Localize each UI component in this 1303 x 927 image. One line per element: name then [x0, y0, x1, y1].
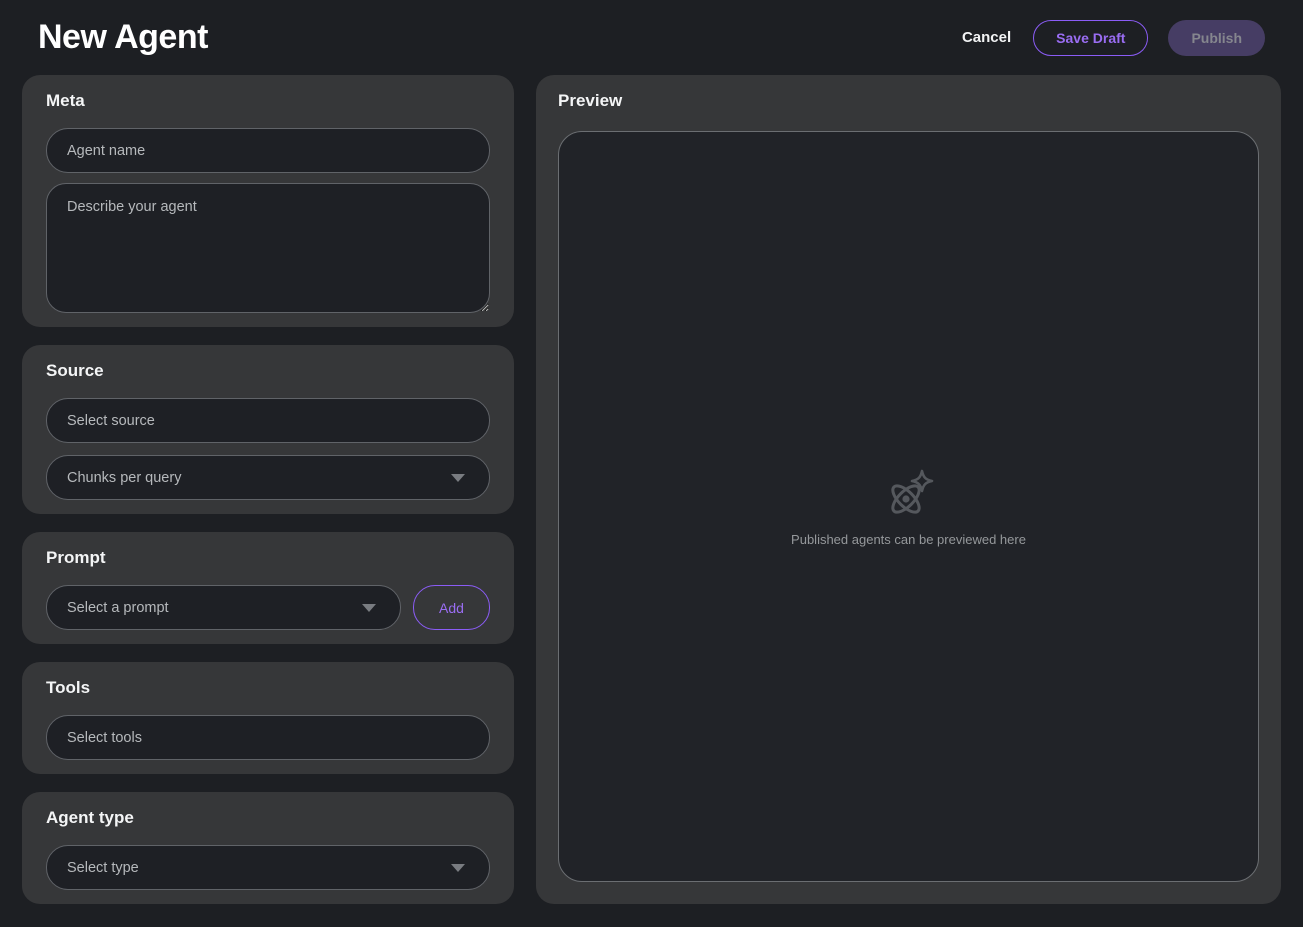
- agent-type-select[interactable]: Select type: [46, 845, 490, 890]
- preview-empty-message: Published agents can be previewed here: [791, 532, 1026, 547]
- preview-card: Preview Published agents can be previewe…: [536, 75, 1281, 904]
- meta-heading: Meta: [46, 90, 490, 111]
- agent-description-textarea[interactable]: [46, 183, 490, 313]
- chevron-down-icon: [451, 864, 465, 872]
- preview-column: Preview Published agents can be previewe…: [536, 75, 1281, 904]
- preview-heading: Preview: [558, 90, 1259, 111]
- chunks-per-query-value: Chunks per query: [67, 470, 181, 486]
- publish-button[interactable]: Publish: [1168, 20, 1265, 56]
- agent-type-select-value: Select type: [67, 860, 139, 876]
- preview-panel: Published agents can be previewed here: [558, 131, 1259, 882]
- chevron-down-icon: [451, 474, 465, 482]
- source-select-input[interactable]: [46, 398, 490, 443]
- agent-type-heading: Agent type: [46, 807, 490, 828]
- prompt-select[interactable]: Select a prompt: [46, 585, 401, 630]
- header-actions: Cancel Save Draft Publish: [960, 20, 1265, 56]
- agent-atom-sparkle-icon: [881, 466, 937, 522]
- tools-select-input[interactable]: [46, 715, 490, 760]
- prompt-select-value: Select a prompt: [67, 600, 169, 616]
- prompt-heading: Prompt: [46, 547, 490, 568]
- cancel-button[interactable]: Cancel: [960, 21, 1013, 54]
- main-content: Meta Source Chunks per query Prompt Sele…: [0, 75, 1303, 904]
- save-draft-button[interactable]: Save Draft: [1033, 20, 1148, 56]
- tools-heading: Tools: [46, 677, 490, 698]
- chevron-down-icon: [362, 604, 376, 612]
- header: New Agent Cancel Save Draft Publish: [0, 0, 1303, 75]
- meta-card: Meta: [22, 75, 514, 327]
- tools-card: Tools: [22, 662, 514, 774]
- agent-name-input[interactable]: [46, 128, 490, 173]
- prompt-card: Prompt Select a prompt Add: [22, 532, 514, 644]
- form-column: Meta Source Chunks per query Prompt Sele…: [22, 75, 514, 904]
- source-heading: Source: [46, 360, 490, 381]
- chunks-per-query-select[interactable]: Chunks per query: [46, 455, 490, 500]
- add-prompt-button[interactable]: Add: [413, 585, 490, 630]
- agent-type-card: Agent type Select type: [22, 792, 514, 904]
- source-card: Source Chunks per query: [22, 345, 514, 514]
- page-title: New Agent: [38, 18, 208, 57]
- prompt-row: Select a prompt Add: [46, 585, 490, 630]
